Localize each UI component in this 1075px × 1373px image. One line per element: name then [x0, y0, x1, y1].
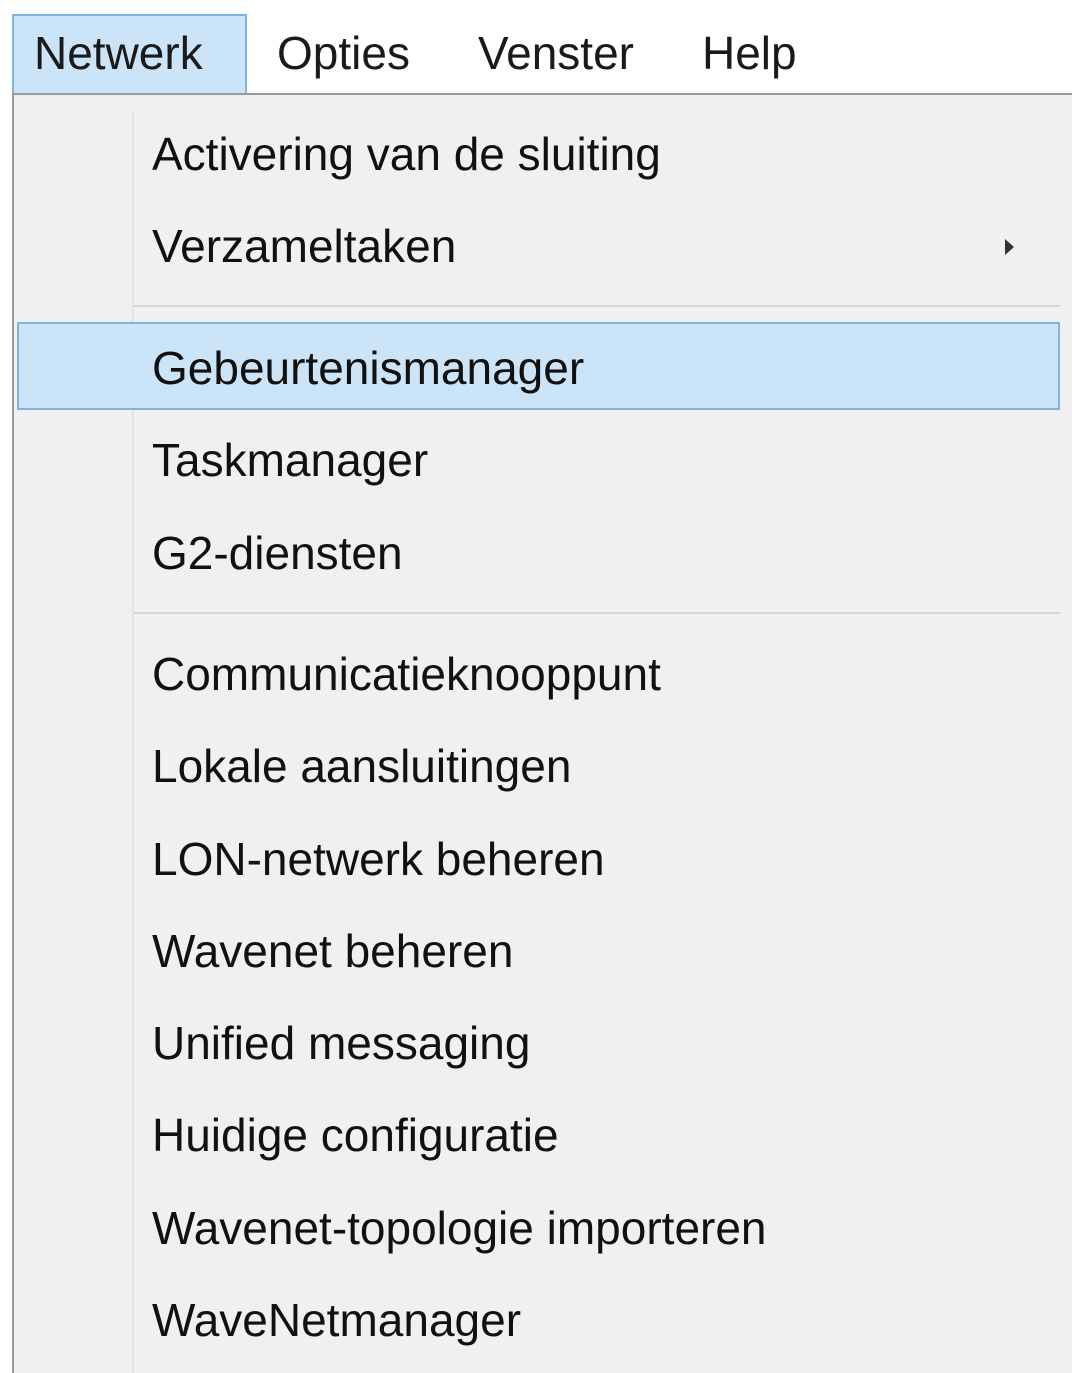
- menu-item-label: Unified messaging: [152, 1017, 531, 1069]
- menu-help[interactable]: Help: [702, 14, 797, 93]
- menu-opties[interactable]: Opties: [277, 14, 410, 93]
- menu-item-label: Wavenet-topologie importeren: [152, 1202, 767, 1254]
- menu-item-label: Activering van de sluiting: [152, 128, 661, 180]
- menu-help-label: Help: [702, 27, 797, 79]
- menu-opties-label: Opties: [277, 27, 410, 79]
- menu-venster[interactable]: Venster: [478, 14, 634, 93]
- menu-item-taskmanager[interactable]: Taskmanager: [17, 416, 1060, 504]
- submenu-arrow-icon: [1005, 239, 1014, 255]
- menu-item-wavenet-beheren[interactable]: Wavenet beheren: [17, 907, 1060, 995]
- menu-item-gebeurtenismanager[interactable]: Gebeurtenismanager: [17, 322, 1060, 410]
- menu-item-label: LON-netwerk beheren: [152, 833, 605, 885]
- menu-item-verzameltaken[interactable]: Verzameltaken: [17, 202, 1060, 290]
- menu-netwerk[interactable]: Netwerk: [12, 14, 247, 93]
- menu-item-lon-netwerk-beheren[interactable]: LON-netwerk beheren: [17, 815, 1060, 903]
- menu-item-label: Communicatieknooppunt: [152, 648, 661, 700]
- menu-item-label: Taskmanager: [152, 434, 429, 486]
- menu-item-label: WaveNetmanager: [152, 1294, 522, 1346]
- menu-item-lokale-aansluitingen[interactable]: Lokale aansluitingen: [17, 722, 1060, 810]
- menu-item-label: Lokale aansluitingen: [152, 740, 572, 792]
- menu-item-label: Huidige configuratie: [152, 1109, 559, 1161]
- menu-item-huidige-configuratie[interactable]: Huidige configuratie: [17, 1091, 1060, 1179]
- menu-item-wavenet-topologie-importeren[interactable]: Wavenet-topologie importeren: [17, 1184, 1060, 1272]
- menu-venster-label: Venster: [478, 27, 634, 79]
- menubar: Netwerk Opties Venster Help: [0, 0, 1075, 96]
- menu-item-communicatieknooppunt[interactable]: Communicatieknooppunt: [17, 630, 1060, 718]
- menu-item-label: Gebeurtenismanager: [152, 342, 585, 394]
- menu-item-label: G2-diensten: [152, 527, 403, 579]
- menu-separator: [134, 305, 1060, 307]
- menu-item-activering-van-de-sluiting[interactable]: Activering van de sluiting: [17, 110, 1060, 198]
- netwerk-dropdown-menu: Activering van de sluiting Verzameltaken…: [12, 93, 1072, 1373]
- menu-item-g2-diensten[interactable]: G2-diensten: [17, 509, 1060, 597]
- menu-item-label: Wavenet beheren: [152, 925, 514, 977]
- menu-item-label: Verzameltaken: [152, 220, 457, 272]
- menu-separator: [134, 612, 1060, 614]
- menu-item-unified-messaging[interactable]: Unified messaging: [17, 999, 1060, 1087]
- menu-item-wavenetmanager[interactable]: WaveNetmanager: [17, 1276, 1060, 1364]
- menu-netwerk-label: Netwerk: [34, 27, 203, 79]
